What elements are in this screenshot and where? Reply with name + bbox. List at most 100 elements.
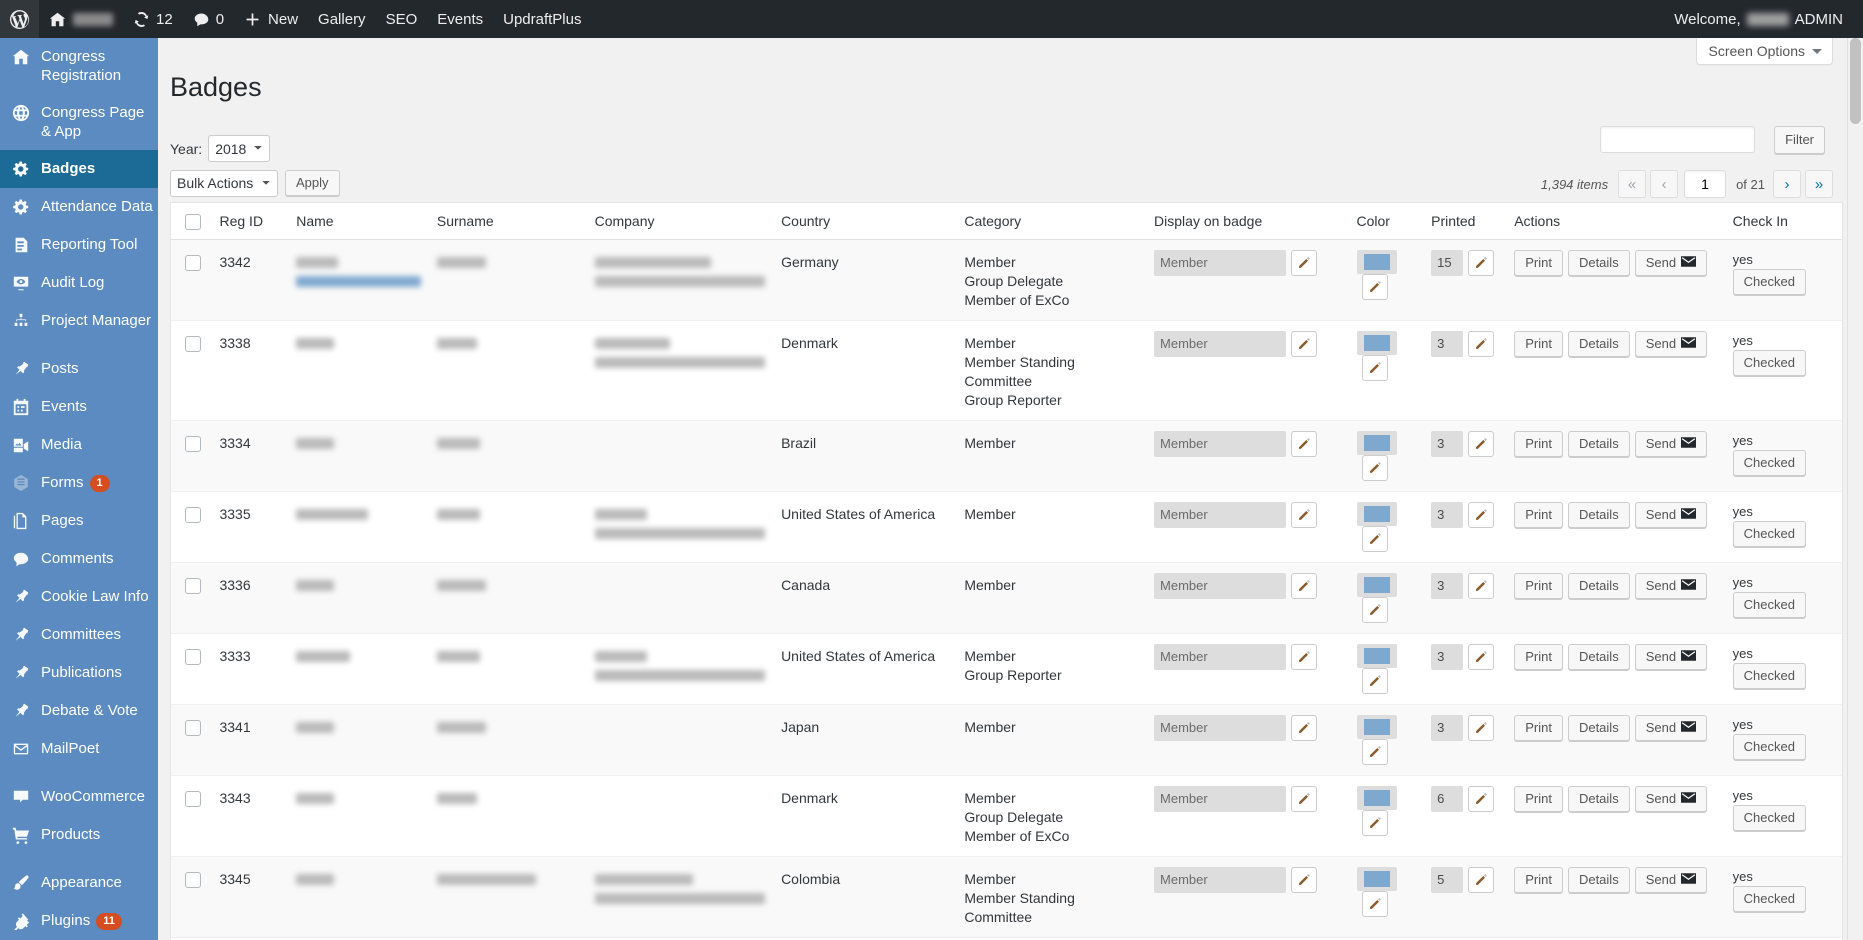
print-button[interactable]: Print xyxy=(1514,572,1563,599)
checked-button[interactable]: Checked xyxy=(1732,520,1806,547)
print-button[interactable]: Print xyxy=(1514,330,1563,357)
send-button[interactable]: Send xyxy=(1634,501,1708,528)
row-select-checkbox[interactable] xyxy=(185,254,201,271)
sidebar-item-posts[interactable]: Posts xyxy=(0,350,158,388)
details-button[interactable]: Details xyxy=(1567,572,1630,599)
adminbar-item-events[interactable]: Events xyxy=(427,0,493,38)
edit-printed-pencil-icon[interactable] xyxy=(1468,330,1495,357)
last-page-button[interactable]: » xyxy=(1805,170,1833,199)
send-button[interactable]: Send xyxy=(1634,249,1708,276)
details-button[interactable]: Details xyxy=(1567,501,1630,528)
details-button[interactable]: Details xyxy=(1567,714,1630,741)
sidebar-item-publications[interactable]: Publications xyxy=(0,654,158,692)
display-on-badge-input[interactable] xyxy=(1154,785,1287,812)
row-select-checkbox[interactable] xyxy=(185,577,201,594)
site-name-menu[interactable]: ADMIN xyxy=(39,0,123,38)
apply-button[interactable]: Apply xyxy=(285,170,340,197)
adminbar-item-seo[interactable]: SEO xyxy=(376,0,428,38)
name-edit-link[interactable]: Edit xyxy=(296,275,421,287)
edit-printed-pencil-icon[interactable] xyxy=(1468,501,1495,528)
column-header-country[interactable]: Country xyxy=(773,203,957,240)
sidebar-item-plugins[interactable]: Plugins 11 xyxy=(0,902,158,940)
print-button[interactable]: Print xyxy=(1514,501,1563,528)
edit-display-pencil-icon[interactable] xyxy=(1291,430,1318,457)
display-on-badge-input[interactable] xyxy=(1154,643,1287,670)
row-select-checkbox[interactable] xyxy=(185,871,201,888)
print-button[interactable]: Print xyxy=(1514,430,1563,457)
display-on-badge-input[interactable] xyxy=(1154,430,1287,457)
edit-printed-pencil-icon[interactable] xyxy=(1468,249,1495,276)
edit-display-pencil-icon[interactable] xyxy=(1291,572,1318,599)
edit-printed-pencil-icon[interactable] xyxy=(1468,866,1495,893)
color-swatch[interactable] xyxy=(1356,501,1397,526)
details-button[interactable]: Details xyxy=(1567,249,1630,276)
sidebar-item-appearance[interactable]: Appearance xyxy=(0,864,158,902)
edit-display-pencil-icon[interactable] xyxy=(1291,330,1318,357)
details-button[interactable]: Details xyxy=(1567,785,1630,812)
sidebar-item-mailpoet[interactable]: MailPoet xyxy=(0,730,158,768)
color-swatch[interactable] xyxy=(1356,714,1397,739)
column-header-name[interactable]: Name xyxy=(288,203,429,240)
send-button[interactable]: Send xyxy=(1634,572,1708,599)
details-button[interactable]: Details xyxy=(1567,330,1630,357)
wordpress-logo-menu[interactable] xyxy=(0,0,39,38)
bulk-actions-select[interactable]: Bulk ActionsPrintDelete xyxy=(170,169,278,197)
sidebar-item-comments[interactable]: Comments xyxy=(0,540,158,578)
sidebar-item-woocommerce[interactable]: WooCommerce xyxy=(0,778,158,816)
checked-button[interactable]: Checked xyxy=(1732,591,1806,618)
search-input[interactable] xyxy=(1600,126,1755,154)
display-on-badge-input[interactable] xyxy=(1154,330,1287,357)
edit-color-pencil-icon[interactable] xyxy=(1361,809,1388,836)
row-select-checkbox[interactable] xyxy=(185,506,201,523)
row-select-checkbox[interactable] xyxy=(185,435,201,452)
color-swatch[interactable] xyxy=(1356,572,1397,597)
sidebar-item-media[interactable]: Media xyxy=(0,426,158,464)
checked-button[interactable]: Checked xyxy=(1732,885,1806,912)
color-swatch[interactable] xyxy=(1356,430,1397,455)
printed-count-value[interactable]: 3 xyxy=(1431,501,1464,528)
edit-display-pencil-icon[interactable] xyxy=(1291,785,1318,812)
edit-printed-pencil-icon[interactable] xyxy=(1468,714,1495,741)
select-all-checkbox[interactable] xyxy=(185,213,201,230)
page-scrollbar[interactable] xyxy=(1847,0,1863,940)
edit-color-pencil-icon[interactable] xyxy=(1361,890,1388,917)
row-select-checkbox[interactable] xyxy=(185,719,201,736)
column-header-color[interactable]: Color xyxy=(1348,203,1424,240)
print-button[interactable]: Print xyxy=(1514,785,1563,812)
edit-printed-pencil-icon[interactable] xyxy=(1468,430,1495,457)
display-on-badge-input[interactable] xyxy=(1154,572,1287,599)
color-swatch[interactable] xyxy=(1356,330,1397,355)
send-button[interactable]: Send xyxy=(1634,430,1708,457)
column-header-display-on-badge[interactable]: Display on badge xyxy=(1146,203,1349,240)
sidebar-item-debate-vote[interactable]: Debate & Vote xyxy=(0,692,158,730)
column-header-company[interactable]: Company xyxy=(586,203,774,240)
adminbar-item-updraftplus[interactable]: UpdraftPlus xyxy=(493,0,591,38)
print-button[interactable]: Print xyxy=(1514,249,1563,276)
printed-count-value[interactable]: 3 xyxy=(1431,330,1464,357)
printed-count-value[interactable]: 6 xyxy=(1431,785,1464,812)
column-header-printed[interactable]: Printed xyxy=(1423,203,1507,240)
first-page-button[interactable]: « xyxy=(1618,170,1647,199)
print-button[interactable]: Print xyxy=(1514,866,1563,893)
sidebar-item-cookie-law-info[interactable]: Cookie Law Info xyxy=(0,578,158,616)
column-header-surname[interactable]: Surname xyxy=(428,203,587,240)
checked-button[interactable]: Checked xyxy=(1732,804,1806,831)
sidebar-item-project-manager[interactable]: Project Manager xyxy=(0,302,158,340)
print-button[interactable]: Print xyxy=(1514,643,1563,670)
edit-color-pencil-icon[interactable] xyxy=(1361,525,1388,552)
account-menu[interactable]: Welcome, user ADMIN xyxy=(1674,11,1863,28)
new-content-menu[interactable]: New xyxy=(234,0,308,38)
checked-button[interactable]: Checked xyxy=(1732,662,1806,689)
sidebar-item-congress-registration[interactable]: Congress Registration xyxy=(0,38,158,94)
column-header-reg-id[interactable]: Reg ID xyxy=(211,203,289,240)
edit-display-pencil-icon[interactable] xyxy=(1291,501,1318,528)
sidebar-item-audit-log[interactable]: Audit Log xyxy=(0,264,158,302)
screen-options-button[interactable]: Screen Options xyxy=(1695,38,1833,65)
sidebar-item-forms[interactable]: Forms 1 xyxy=(0,464,158,502)
column-header-category[interactable]: Category xyxy=(956,203,1147,240)
color-swatch[interactable] xyxy=(1356,249,1397,274)
edit-color-pencil-icon[interactable] xyxy=(1361,273,1388,300)
sidebar-item-congress-page-app[interactable]: Congress Page & App xyxy=(0,94,158,150)
display-on-badge-input[interactable] xyxy=(1154,866,1287,893)
send-button[interactable]: Send xyxy=(1634,866,1708,893)
